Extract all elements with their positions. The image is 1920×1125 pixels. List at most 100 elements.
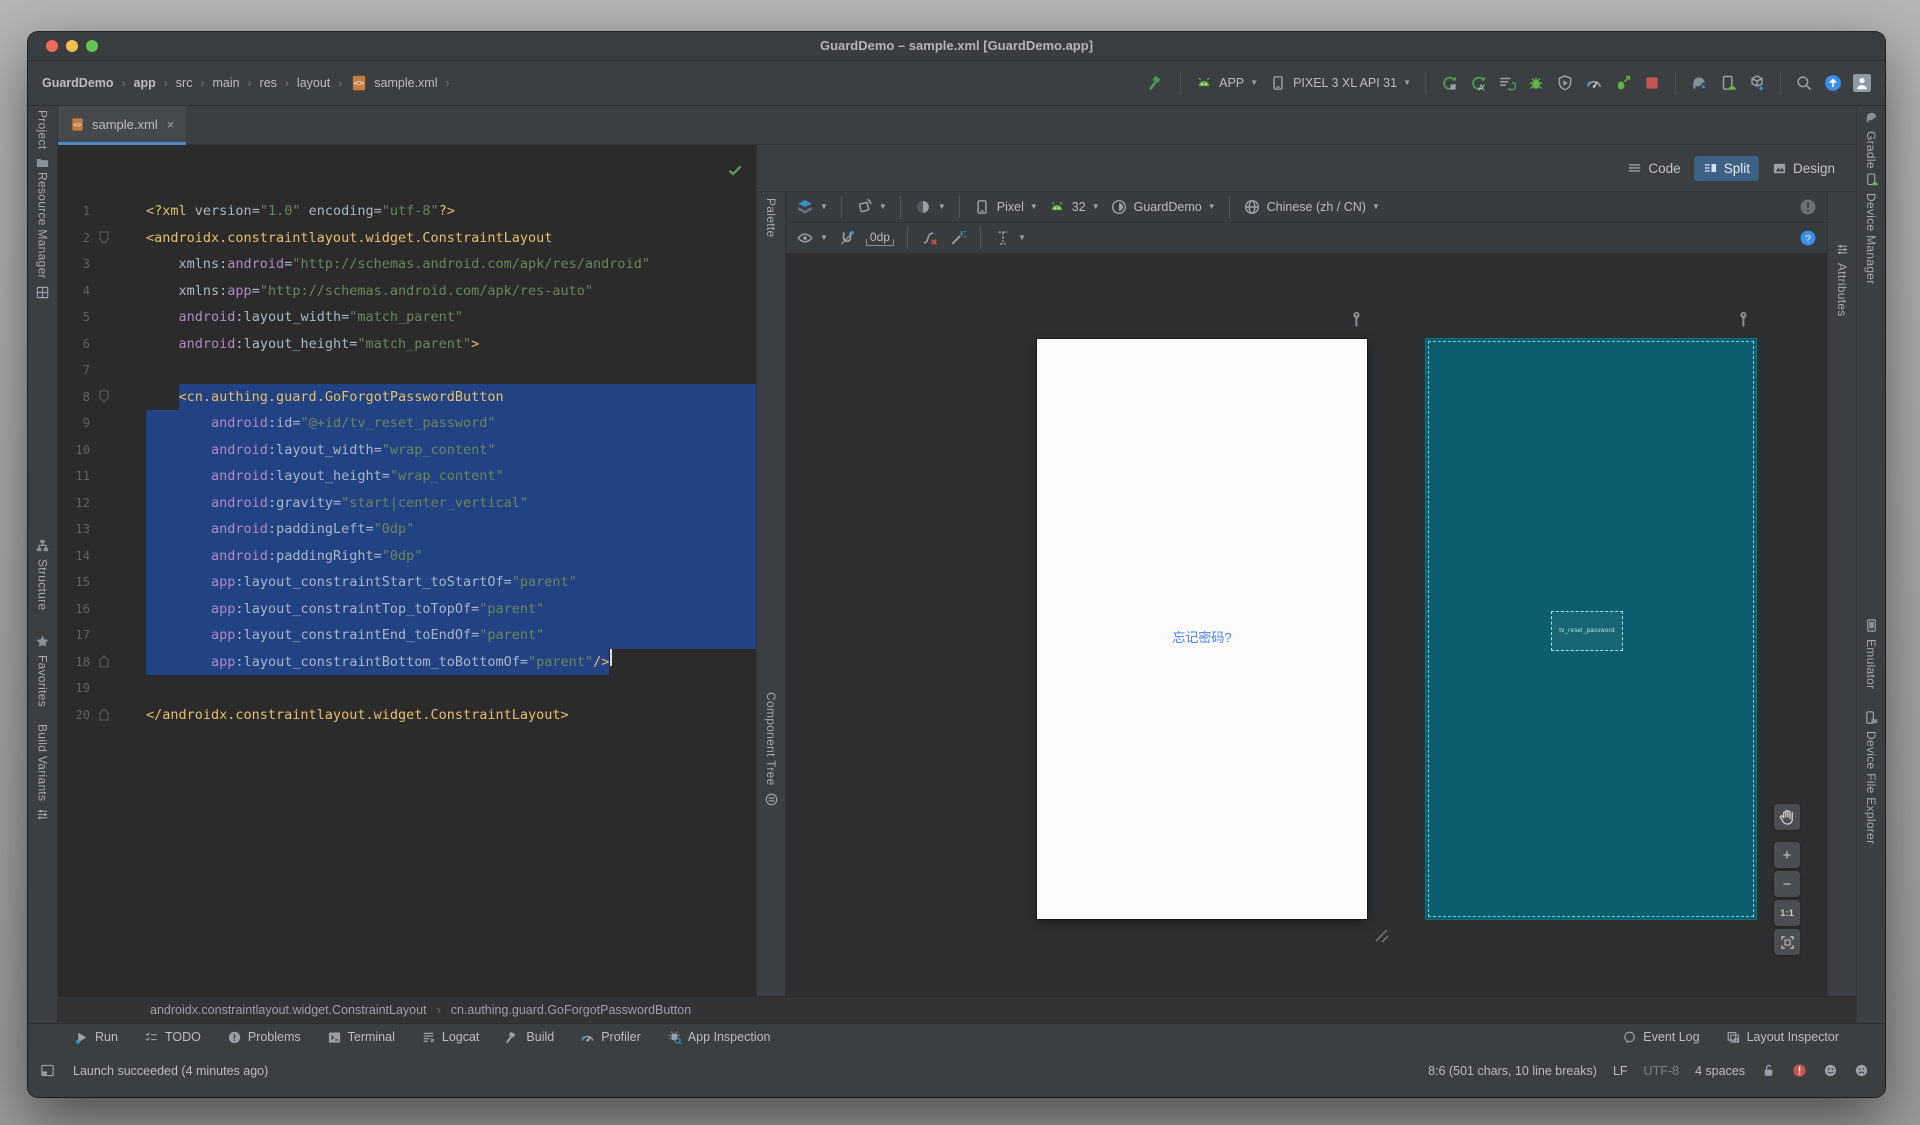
view-mode-code[interactable]: Code [1618, 156, 1689, 181]
toolwindow-logcat[interactable]: Logcat [421, 1030, 479, 1045]
night-mode-select[interactable]: ▼ [914, 198, 946, 216]
search-everywhere-button[interactable] [1795, 74, 1813, 92]
stripe-item-build-variants[interactable]: Build Variants [28, 724, 57, 822]
design-canvas[interactable]: 忘记密码? tv_reset_password + − 1:1 [786, 254, 1827, 996]
resize-handle-icon[interactable] [1372, 926, 1390, 949]
run-button[interactable] [1440, 74, 1458, 92]
toolwindow-todo[interactable]: TODO [144, 1030, 201, 1045]
api-version-select[interactable]: 32 ▼ [1048, 198, 1100, 216]
minimize-window-button[interactable] [66, 40, 78, 52]
zoom-actual-button[interactable]: 1:1 [1774, 900, 1800, 926]
gray-exclaim-icon[interactable] [1799, 198, 1817, 216]
zoom-fit-button[interactable] [1774, 929, 1800, 955]
breadcrumb-item[interactable]: layout [297, 76, 330, 90]
error-red-icon[interactable] [1792, 1063, 1807, 1078]
preview-device-select[interactable]: Pixel ▼ [973, 198, 1038, 216]
toolwindow-profiler[interactable]: Profiler [580, 1030, 641, 1045]
account-avatar[interactable] [1853, 74, 1871, 92]
breadcrumb-item[interactable]: <> sample.xml [350, 74, 438, 92]
stripe-item-device-manager[interactable]: Device Manager [1857, 172, 1885, 285]
stripe-item-gradle[interactable]: Gradle [1857, 110, 1885, 169]
frown-icon[interactable] [1854, 1063, 1869, 1078]
gradle-sync-icon [1690, 74, 1708, 92]
device-select[interactable]: PIXEL 3 XL API 31 ▼ [1269, 74, 1411, 92]
tool-window-toggle-icon[interactable] [40, 1063, 55, 1078]
locale-select[interactable]: Chinese (zh / CN) ▼ [1243, 198, 1380, 216]
tab-attributes[interactable]: Attributes [1828, 242, 1856, 317]
sdk-manager-button[interactable] [1748, 74, 1766, 92]
view-mode-split[interactable]: Split [1693, 155, 1759, 181]
toolwindow-event-log[interactable]: Event Log [1622, 1030, 1700, 1045]
pan-hand-button[interactable] [1774, 804, 1800, 830]
infer-constraints-button[interactable] [949, 229, 967, 247]
autoconnect-toggle[interactable] [838, 229, 856, 247]
pack-select[interactable]: ▼ [994, 229, 1026, 247]
encoding-widget[interactable]: UTF-8 [1644, 1064, 1679, 1078]
view-options[interactable]: ▼ [796, 229, 828, 247]
blueprint-preview-screen[interactable]: tv_reset_password [1426, 339, 1756, 919]
toolwindow-layout-inspector[interactable]: Layout Inspector [1726, 1030, 1839, 1045]
stripe-item-structure[interactable]: Structure [28, 538, 57, 610]
theme-select[interactable]: GuardDemo ▼ [1110, 198, 1216, 216]
run-configuration-select[interactable]: APP ▼ [1195, 74, 1258, 92]
selected-component[interactable]: tv_reset_password [1551, 611, 1623, 651]
stop-button[interactable] [1643, 74, 1661, 92]
stripe-item-favorites[interactable]: Favorites [28, 634, 57, 707]
breadcrumb-item[interactable]: GuardDemo [42, 76, 114, 90]
breadcrumb-item[interactable]: res [260, 76, 277, 90]
stripe-item-project[interactable]: Project [28, 110, 57, 170]
tab-palette[interactable]: Palette [757, 198, 785, 237]
stripe-item-emulator[interactable]: Emulator [1857, 618, 1885, 689]
smile-icon[interactable] [1823, 1063, 1838, 1078]
separator [958, 196, 960, 218]
attach-debugger-button[interactable] [1614, 74, 1632, 92]
toolwindow-problems[interactable]: Problems [227, 1030, 301, 1045]
zoom-in-button[interactable]: + [1774, 842, 1800, 868]
zoom-out-button[interactable]: − [1774, 871, 1800, 897]
separator [1180, 72, 1182, 94]
rerun-button[interactable] [1498, 74, 1516, 92]
orientation-select[interactable]: ▼ [855, 198, 887, 216]
view-mode-design[interactable]: Design [1763, 156, 1844, 181]
xml-breadcrumb-item[interactable]: cn.authing.guard.GoForgotPasswordButton [451, 1003, 691, 1017]
breadcrumb-item[interactable]: main [212, 76, 239, 90]
zoom-window-button[interactable] [86, 40, 98, 52]
help-blue-icon[interactable]: ? [1799, 229, 1817, 247]
xml-file-icon: <> [70, 117, 85, 132]
caret-position-widget[interactable]: 8:6 (501 chars, 10 line breaks) [1428, 1064, 1597, 1078]
build-button[interactable] [1148, 74, 1166, 92]
xml-breadcrumb-item[interactable]: androidx.constraintlayout.widget.Constra… [150, 1003, 427, 1017]
close-window-button[interactable] [46, 40, 58, 52]
default-margin[interactable]: 0dp [865, 230, 894, 246]
code-line: 18 app:layout_constraintBottom_toBottomO… [58, 648, 756, 675]
clear-constraints-button[interactable] [921, 229, 939, 247]
update-available-button[interactable] [1824, 74, 1842, 92]
toolwindow-app-inspection[interactable]: App Inspection [667, 1030, 771, 1045]
forgot-password-link[interactable]: 忘记密码? [1037, 627, 1367, 646]
breadcrumb-item[interactable]: src [176, 76, 193, 90]
title-bar[interactable]: GuardDemo – sample.xml [GuardDemo.app] [28, 32, 1885, 61]
design-preview-screen[interactable]: 忘记密码? [1037, 339, 1367, 919]
wand-icon [949, 229, 967, 247]
tab-sample-xml[interactable]: <> sample.xml × [58, 106, 187, 145]
inspections-ok-icon[interactable] [726, 161, 744, 179]
close-tab-icon[interactable]: × [167, 117, 175, 132]
apply-code-changes-button[interactable]: A [1469, 74, 1487, 92]
toolwindow-terminal[interactable]: Terminal [327, 1030, 395, 1045]
stripe-item-device-file-explorer[interactable]: Device File Explorer [1857, 710, 1885, 844]
toolwindow-run[interactable]: Run [74, 1030, 118, 1045]
line-ending-widget[interactable]: LF [1613, 1064, 1628, 1078]
stripe-item-resource-manager[interactable]: Resource Manager [28, 172, 57, 300]
profiler-button[interactable] [1585, 74, 1603, 92]
avd-manager-button[interactable] [1719, 74, 1737, 92]
lock-open-icon[interactable] [1761, 1063, 1776, 1078]
profile-button[interactable] [1556, 74, 1574, 92]
debug-button[interactable] [1527, 74, 1545, 92]
gradle-sync-button[interactable] [1690, 74, 1708, 92]
toolwindow-build[interactable]: Build [505, 1030, 554, 1045]
breadcrumb-item[interactable]: app [134, 76, 156, 90]
tab-component-tree[interactable]: Component Tree [757, 692, 785, 807]
design-surface-select[interactable]: ▼ [796, 198, 828, 216]
indent-widget[interactable]: 4 spaces [1695, 1064, 1745, 1078]
code-editor[interactable]: 1 <?xml version = "1.0" encoding = "utf-8" ?> 2… [58, 145, 756, 996]
